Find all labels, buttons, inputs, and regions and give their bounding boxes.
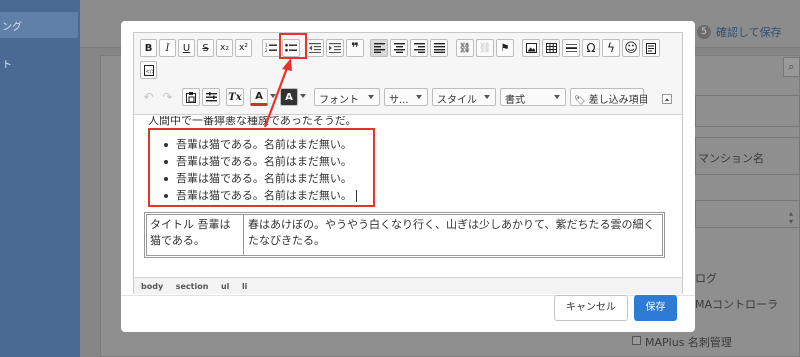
annotation-arrow-icon (263, 58, 292, 128)
